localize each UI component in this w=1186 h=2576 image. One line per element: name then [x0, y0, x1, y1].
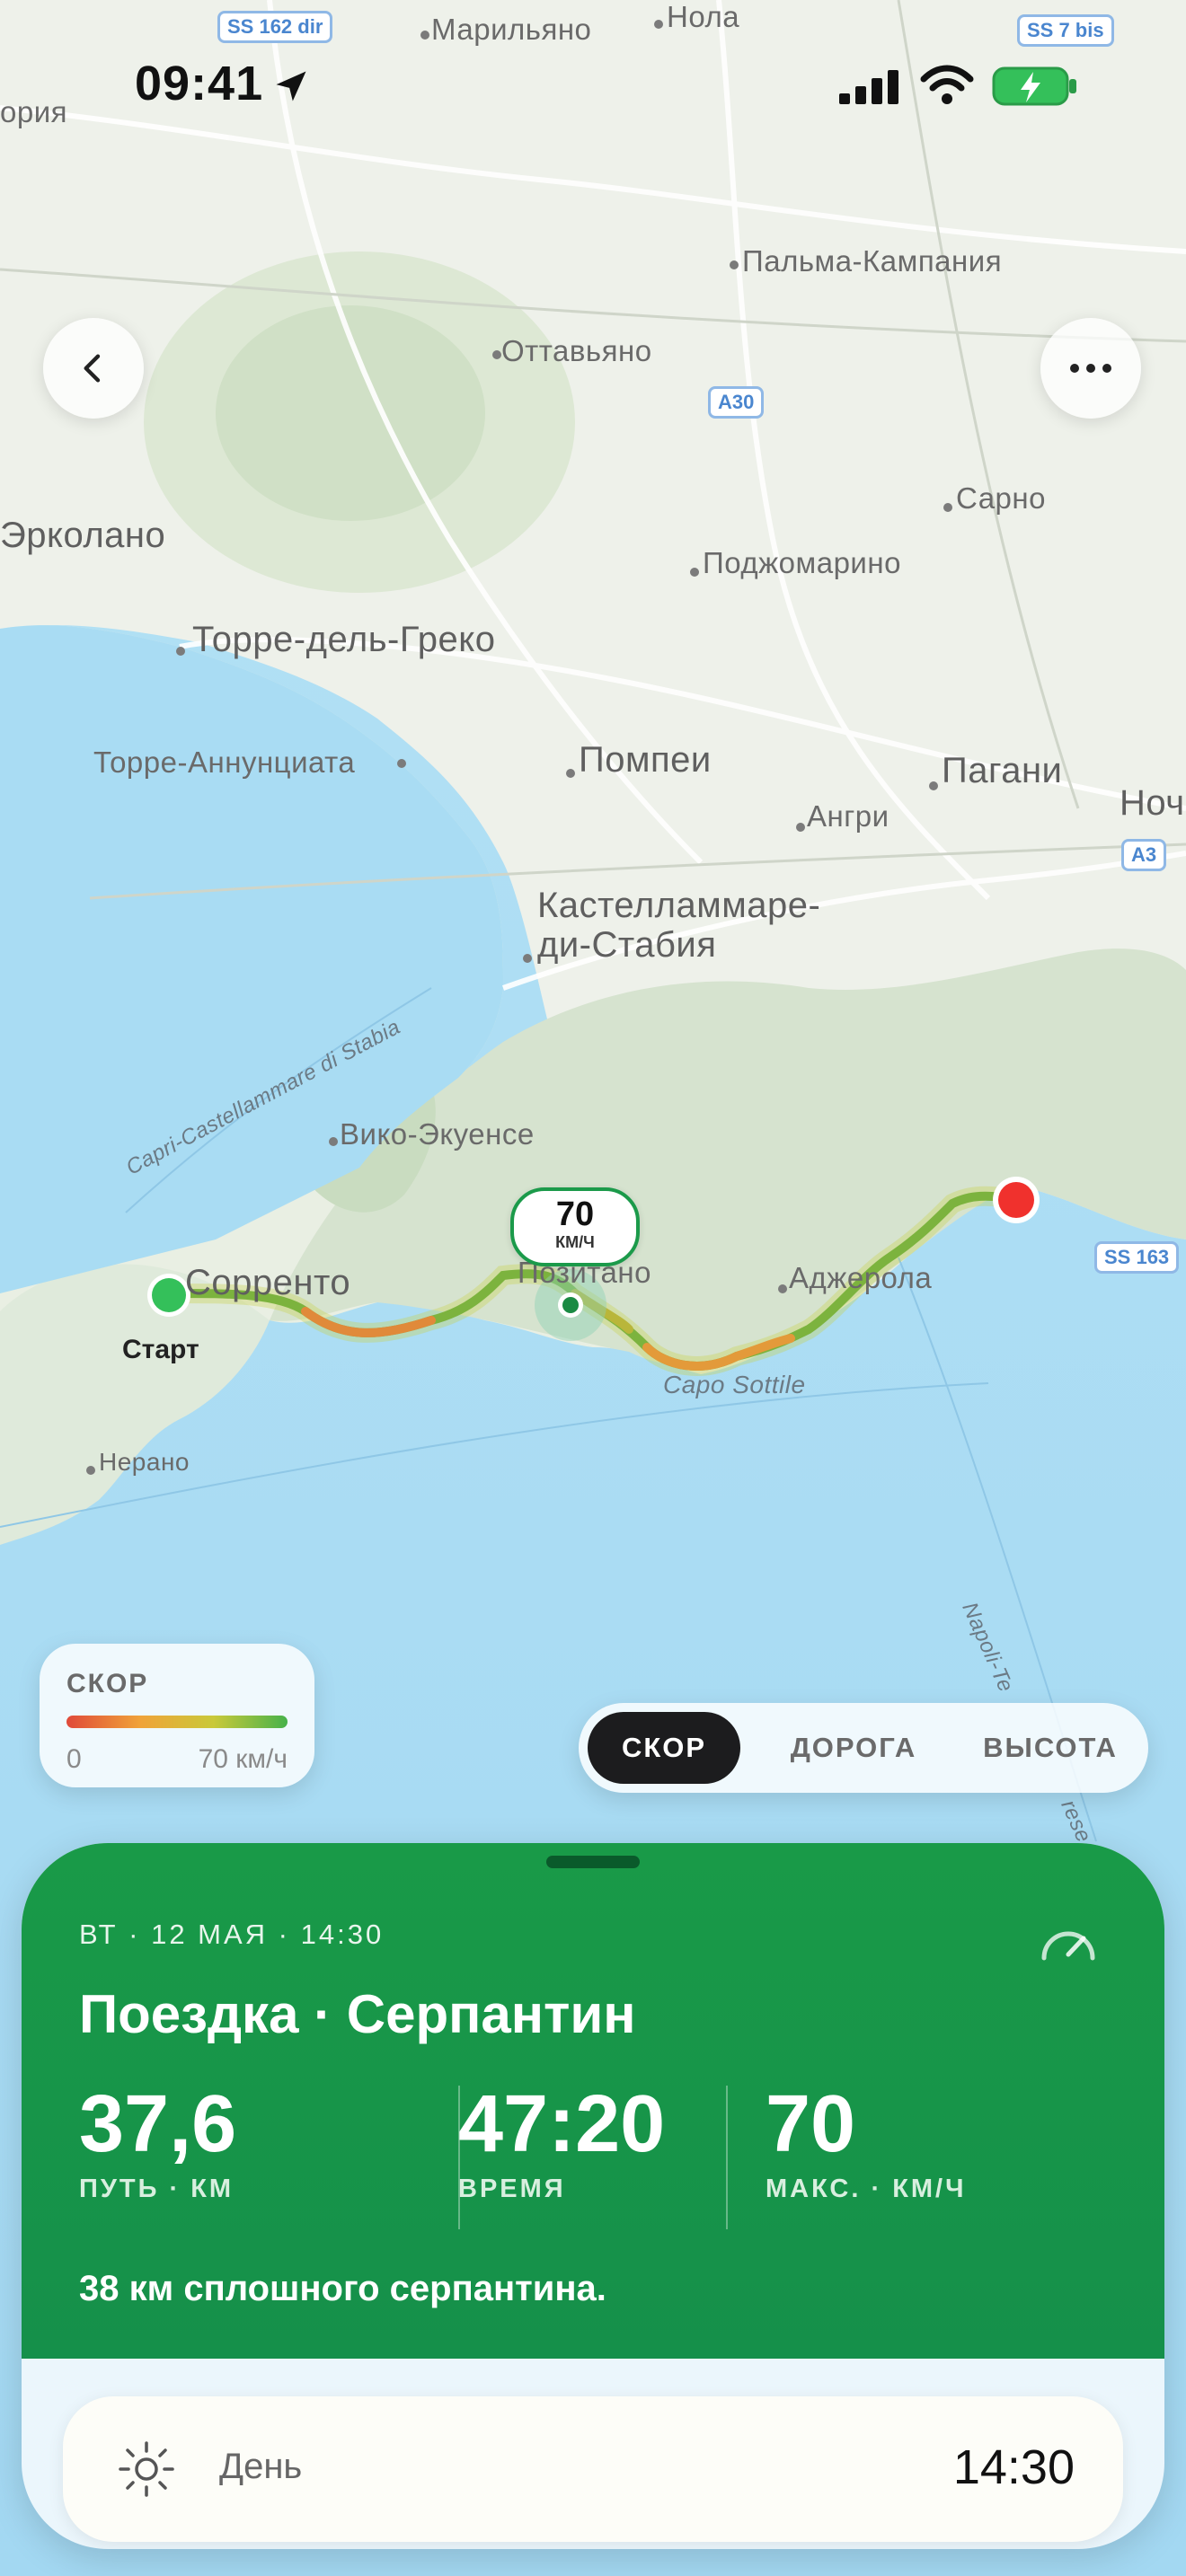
- town-dot: [176, 647, 185, 656]
- map-label: Торре-дель-Греко: [192, 620, 496, 659]
- map-label: Торре-Аннунциата: [93, 745, 356, 779]
- battery-charging-icon: [992, 66, 1076, 106]
- town-dot: [523, 954, 532, 963]
- speed-legend: СКОР 0 70 км/ч: [40, 1644, 314, 1787]
- speed-bubble: 70 КМ/Ч: [510, 1187, 640, 1266]
- back-button[interactable]: [43, 318, 144, 419]
- town-dot: [943, 503, 952, 512]
- town-dot: [778, 1284, 787, 1293]
- legend-max: 70 км/ч: [198, 1744, 288, 1774]
- town-dot: [730, 260, 739, 269]
- town-dot: [492, 350, 501, 359]
- road-shield: SS 163: [1094, 1241, 1180, 1274]
- road-shield: A3: [1121, 839, 1167, 871]
- segment-speed[interactable]: СКОР: [588, 1712, 740, 1784]
- ellipsis-icon: [1070, 364, 1111, 373]
- trip-sheet: ВТ · 12 МАЯ · 14:30 Поездка · Серпантин …: [22, 1843, 1164, 2549]
- sun-icon: [119, 2441, 174, 2497]
- map-label: Поджомарино: [703, 546, 901, 579]
- map-label: Вико-Экуенсе: [340, 1117, 535, 1151]
- town-dot: [566, 769, 575, 778]
- map-label: Пальма-Кампания: [742, 244, 1003, 278]
- segment-elevation[interactable]: ВЫСОТА: [956, 1712, 1145, 1784]
- town-dot: [796, 823, 805, 832]
- legend-title: СКОР: [66, 1669, 149, 1698]
- day-time-row[interactable]: День 14:30: [63, 2396, 1123, 2542]
- stat-time: 47:20 ВРЕМЯ: [458, 2078, 665, 2204]
- map-label: Эрколано: [0, 516, 166, 555]
- speed-bubble-unit: КМ/Ч: [555, 1233, 595, 1251]
- stat-divider: [726, 2086, 728, 2229]
- mode-segmented-control: СКОР ДОРОГА ВЫСОТА: [579, 1703, 1148, 1793]
- chevron-left-icon: [84, 354, 101, 383]
- stat-distance: 37,6 ПУТЬ · КМ: [79, 2078, 236, 2204]
- map-label: Ангри: [807, 799, 890, 833]
- legend-gradient-bar: [66, 1716, 288, 1728]
- stat-max-speed: 70 МАКС. · КМ/Ч: [766, 2078, 966, 2204]
- day-time-value: 14:30: [952, 2440, 1075, 2494]
- stat-time-value: 47:20: [458, 2079, 666, 2169]
- map-label: Оттавьяно: [501, 334, 652, 367]
- town-dot: [690, 568, 699, 577]
- speed-bubble-value: 70: [555, 1195, 595, 1233]
- map-label: Capo Sottile: [663, 1371, 806, 1398]
- map-label: ди-Стабия: [537, 925, 717, 965]
- town-dot: [397, 759, 406, 768]
- stat-distance-value: 37,6: [79, 2079, 237, 2169]
- map-label: Кастелламмаре-: [537, 886, 821, 925]
- map-label: Нерано: [99, 1448, 190, 1476]
- town-dot: [929, 781, 938, 790]
- stat-time-label: ВРЕМЯ: [458, 2175, 566, 2203]
- stat-distance-label: ПУТЬ · КМ: [79, 2175, 235, 2203]
- stat-max-speed-label: МАКС. · КМ/Ч: [766, 2175, 967, 2203]
- map-label: Помпеи: [579, 740, 712, 780]
- status-bar: 09:41: [0, 0, 1186, 171]
- sheet-grabber[interactable]: [546, 1856, 640, 1868]
- segment-road[interactable]: ДОРОГА: [755, 1712, 952, 1784]
- more-button[interactable]: [1040, 318, 1141, 419]
- wifi-icon: [920, 65, 974, 104]
- trip-date: ВТ · 12 МАЯ · 14:30: [79, 1919, 385, 1950]
- start-label: Старт: [122, 1335, 199, 1364]
- legend-min: 0: [66, 1744, 82, 1774]
- trip-title: Поездка · Серпантин: [79, 1984, 636, 2044]
- stat-max-speed-value: 70: [766, 2079, 856, 2169]
- map-label: Аджерола: [789, 1261, 933, 1294]
- town-dot: [86, 1466, 95, 1475]
- road-shield: A30: [708, 386, 765, 419]
- map-label: Ноч: [1120, 783, 1185, 823]
- location-arrow-icon: [276, 71, 306, 101]
- map-label: Пагани: [942, 751, 1063, 790]
- map-label: Сорренто: [185, 1263, 351, 1302]
- trip-note: 38 км сплошного серпантина.: [79, 2269, 606, 2308]
- map-label: Сарно: [956, 481, 1046, 515]
- speedometer-icon: [1041, 1931, 1095, 1961]
- town-dot: [329, 1137, 338, 1146]
- status-time: 09:41: [135, 57, 264, 110]
- cellular-signal-icon: [839, 70, 898, 104]
- day-label: День: [219, 2447, 303, 2486]
- trip-summary-card: ВТ · 12 МАЯ · 14:30 Поездка · Серпантин …: [22, 1843, 1164, 2359]
